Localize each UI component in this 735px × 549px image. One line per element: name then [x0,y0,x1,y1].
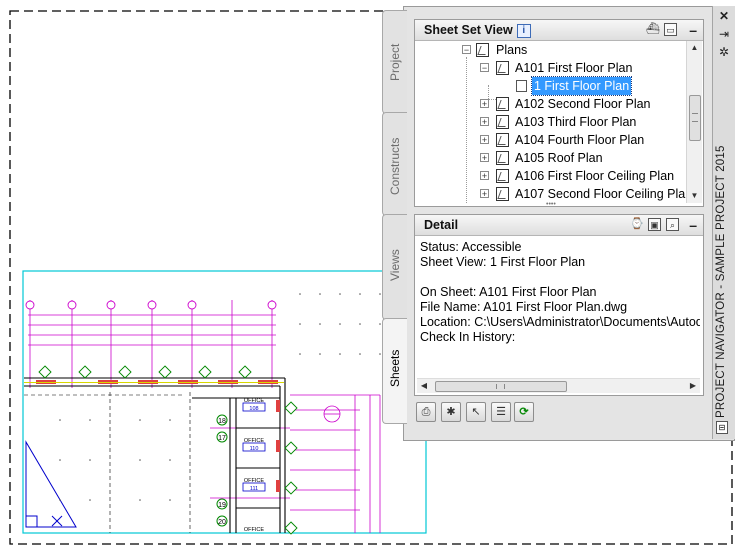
detail-spacer [420,270,700,285]
expand-icon[interactable]: + [480,99,489,109]
view-icon [516,80,527,92]
scroll-up-arrow-icon[interactable]: ▲ [687,41,702,55]
sheet-icon [496,169,509,183]
detail-file-name: File Name: A101 First Floor Plan.dwg [420,300,628,314]
subset-icon [476,43,489,57]
tab-constructs-label: Constructs [388,137,402,195]
grid-tag: 20 [218,519,226,526]
properties-icon[interactable]: ✲ [717,45,731,59]
tree-item-label: A104 Fourth Floor Plan [515,133,645,147]
palette-title: PROJECT NAVIGATOR - SAMPLE PROJECT 2015 [715,145,727,418]
room-label-office-108: OFFICE [244,398,264,404]
tab-sheets-label: Sheets [388,349,402,387]
expand-icon[interactable]: + [480,117,489,127]
room-label-office-110: OFFICE [244,438,264,444]
tab-project[interactable]: Project [382,10,407,114]
expand-icon[interactable]: + [480,189,489,199]
collapse-icon[interactable]: − [462,45,471,55]
detail-title: Detail [424,218,459,232]
room-number-108: 108 [249,406,258,412]
preview-clock-icon[interactable]: ⌚ [630,218,644,231]
properties-icon[interactable]: ☰ [491,402,511,422]
refresh-icon[interactable]: ⟳ [514,402,534,422]
close-icon[interactable]: ✕ [717,9,731,23]
scroll-right-arrow-icon[interactable]: ▶ [686,379,700,393]
detail-check-in-history: Check In History: [420,330,516,344]
sheet-set-view-panel: Sheet Set View i ⛴ ▭ – − Plans − A101 Fir… [414,19,704,207]
sheet-set-view-icon[interactable]: ⛴ [646,23,660,36]
room-label-office-111: OFFICE [244,478,264,484]
tab-constructs[interactable]: Constructs [382,112,407,216]
sheet-tree[interactable]: − Plans − A101 First Floor Plan 1 First … [415,41,686,203]
tab-views[interactable]: Views [382,214,407,320]
tree-item-label: A102 Second Floor Plan [515,97,651,111]
tree-item-label: Plans [496,43,528,57]
tree-item-label: A103 Third Floor Plan [515,115,637,129]
sheet-icon [496,97,509,111]
sheet-icon [496,187,509,201]
regenerate-icon[interactable]: ↖ [466,402,486,422]
sheet-icon [496,61,509,75]
sheet-icon [496,133,509,147]
detail-sheet-view: Sheet View: 1 First Floor Plan [420,255,586,269]
minimize-sheet-set-view-button[interactable]: – [689,20,697,40]
info-icon[interactable]: i [516,23,531,38]
panel-splitter[interactable] [414,201,702,213]
scroll-thumb[interactable] [689,95,701,141]
grid-tag: 17 [218,435,226,442]
expand-icon[interactable]: + [480,135,489,145]
tab-views-label: Views [388,249,402,281]
grid-tag: 19 [218,502,226,509]
tree-item-label-selected: 1 First Floor Plan [530,76,633,96]
expand-icon[interactable]: + [480,171,489,181]
detail-header: Detail ⌚ ▣ ⌕ – [415,215,703,236]
grid-tag: 18 [218,418,226,425]
autohide-icon[interactable]: ⇥ [717,27,731,41]
room-number-110: 110 [250,446,259,452]
room-label-office: OFFICE [244,527,264,533]
tab-sheets[interactable]: Sheets [382,318,407,424]
tab-project-label: Project [388,43,402,81]
sheet-set-view-header: Sheet Set View i ⛴ ▭ – [415,20,703,41]
tree-item-label: A106 First Floor Ceiling Plan [515,169,675,183]
plot-icon[interactable]: ⎙ [416,402,436,422]
tree-vertical-scrollbar[interactable]: ▲ ▼ [686,41,702,203]
sheet-icon [496,151,509,165]
palette-title-bar[interactable]: ✕ ⇥ ✲ PROJECT NAVIGATOR - SAMPLE PROJECT… [712,6,735,439]
room-number-111: 111 [250,486,258,492]
collapse-icon[interactable]: − [480,63,489,73]
minimize-detail-button[interactable]: – [689,215,697,235]
tree-item-label: A101 First Floor Plan [515,61,633,75]
folder-icon[interactable]: ▭ [664,23,677,36]
detail-status: Status: Accessible [420,240,522,254]
scroll-left-arrow-icon[interactable]: ◀ [417,379,431,393]
palette-settings-icon[interactable]: ⊟ [716,421,728,434]
scroll-thumb[interactable] [435,381,567,392]
detail-location: Location: C:\Users\Administrator\Documen… [420,315,700,329]
tree-item-label: A105 Roof Plan [515,151,603,165]
new-view-icon[interactable]: ✱ [441,402,461,422]
sheet-icon [496,115,509,129]
scroll-down-arrow-icon[interactable]: ▼ [687,189,702,203]
sheet-set-view-title: Sheet Set View [424,23,513,37]
tree-item-label: A107 Second Floor Ceiling Plan [515,187,686,201]
preview-icon[interactable]: ▣ [648,218,661,231]
detail-panel: Detail ⌚ ▣ ⌕ – Status: Accessible Sheet … [414,214,704,396]
expand-icon[interactable]: + [480,153,489,163]
zoom-preview-icon[interactable]: ⌕ [666,218,679,231]
bottom-toolbar: ⎙ ✱ ↖ ☰ ⟳ [414,400,544,426]
detail-body: Status: Accessible Sheet View: 1 First F… [420,240,700,370]
detail-on-sheet: On Sheet: A101 First Floor Plan [420,285,597,299]
detail-horizontal-scrollbar[interactable]: ◀ ▶ [417,378,700,393]
